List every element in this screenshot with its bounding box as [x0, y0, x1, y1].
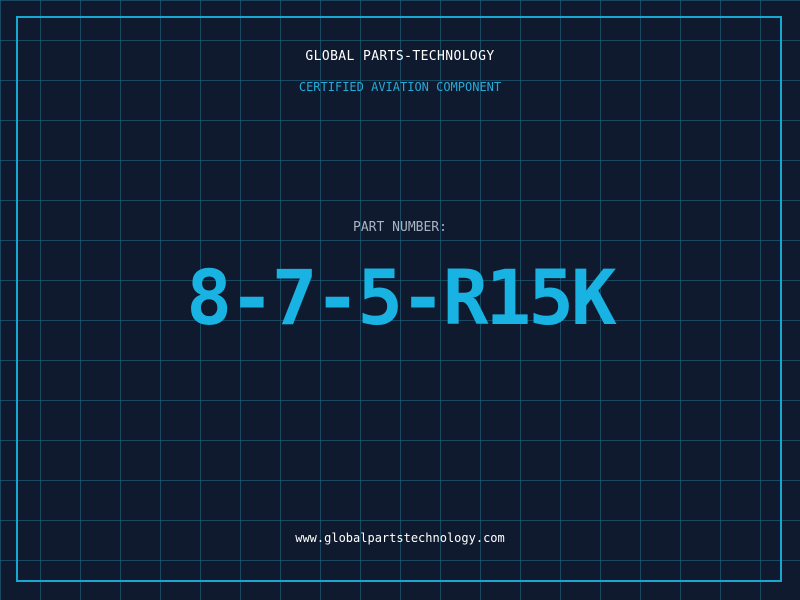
tagline: CERTIFIED AVIATION COMPONENT — [298, 80, 502, 94]
part-number-label: PART NUMBER: — [353, 220, 447, 235]
website-url: www.globalpartstechnology.com — [295, 531, 505, 545]
company-name: GLOBAL PARTS-TECHNOLOGY — [305, 49, 495, 64]
part-number-value: 8-7-5-R15K — [186, 253, 617, 342]
